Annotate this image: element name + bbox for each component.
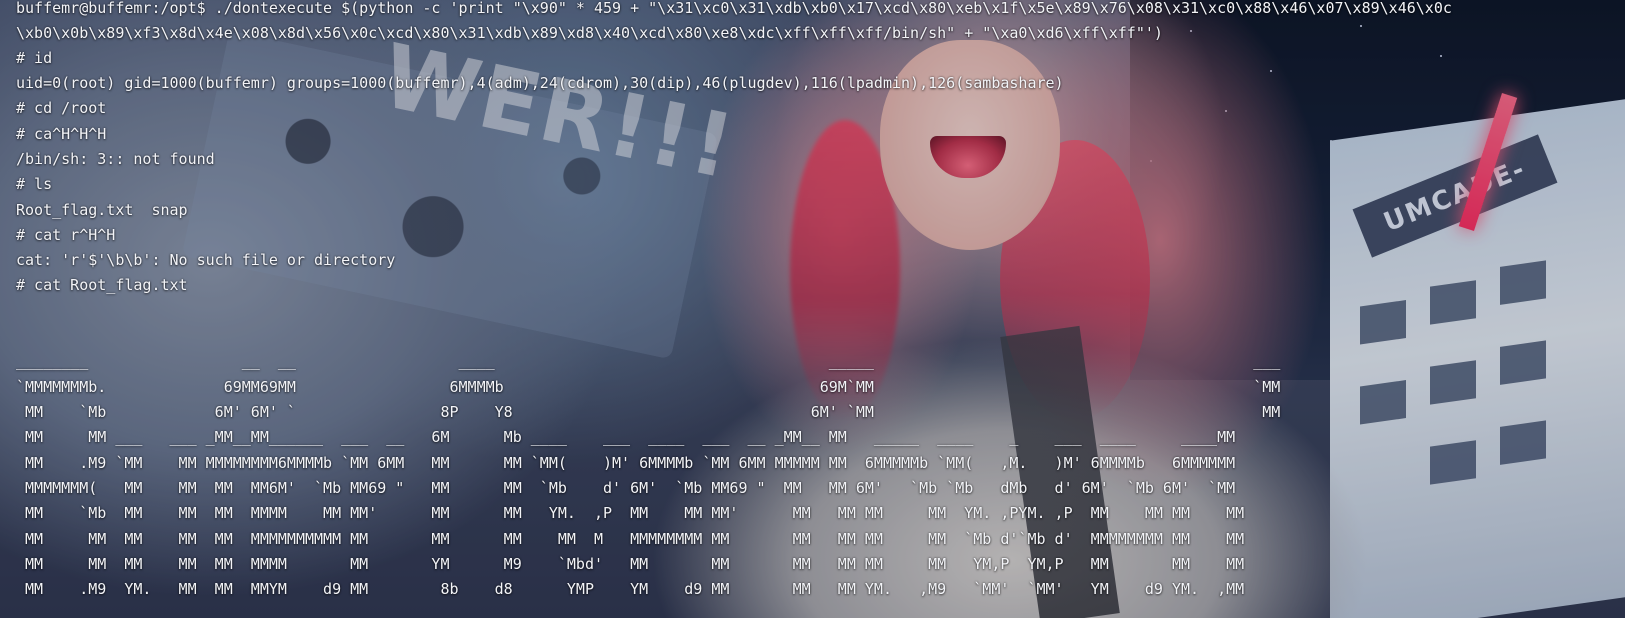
- ascii-art-line: MM .M9 `MM MM MMMMMMMM6MMMMb `MM 6MM MM …: [16, 454, 1236, 472]
- ascii-art-line: MM MM MM MM MM MMMM MM YM M9 `Mbd' MM MM…: [16, 555, 1245, 573]
- ascii-art-line: MM `Mb 6M' 6M' ` 8P Y8 6M' `MM MM: [16, 403, 1281, 421]
- ascii-art-line: ________ __ __ ____ _____ ___: [16, 352, 1281, 370]
- terminal-line: # cat Root_flag.txt: [16, 276, 188, 294]
- terminal-line: cat: 'r'$'\b\b': No such file or directo…: [16, 251, 396, 269]
- terminal-line: /bin/sh: 3:: not found: [16, 150, 215, 168]
- terminal-output[interactable]: buffemr@buffemr:/opt$ ./dontexecute $(py…: [0, 0, 1625, 618]
- ascii-art-line: MM .M9 YM. MM MM MMYM d9 MM 8b d8 YMP YM…: [16, 580, 1245, 598]
- terminal-line: Root_flag.txt snap: [16, 201, 188, 219]
- terminal-line: # cat r^H^H: [16, 226, 116, 244]
- ascii-art-line: MM MM MM MM MM MMMMMMMMMM MM MM MM MM M …: [16, 530, 1245, 548]
- terminal-line: # cd /root: [16, 99, 107, 117]
- terminal-line: uid=0(root) gid=1000(buffemr) groups=100…: [16, 74, 1064, 92]
- terminal-line: # id: [16, 49, 53, 67]
- ascii-art-line: MMMMMMM( MM MM MM MM6M' `Mb MM69 " MM MM…: [16, 479, 1236, 497]
- ascii-art-line: MM MM ___ ___ _MM__MM______ ___ __ 6M Mb…: [16, 428, 1236, 446]
- terminal-line: \xb0\x0b\x89\xf3\x8d\x4e\x08\x8d\x56\x0c…: [16, 24, 1163, 42]
- terminal-line: # ls: [16, 175, 53, 193]
- ascii-art-line: MM `Mb MM MM MM MMMM MM MM' MM MM YM. ,P…: [16, 504, 1245, 522]
- terminal-line: # ca^H^H^H: [16, 125, 107, 143]
- terminal-line: buffemr@buffemr:/opt$ ./dontexecute $(py…: [16, 0, 1452, 17]
- ascii-art-line: `MMMMMMMb. 69MM69MM 6MMMMb 69M`MM `MM: [16, 378, 1281, 396]
